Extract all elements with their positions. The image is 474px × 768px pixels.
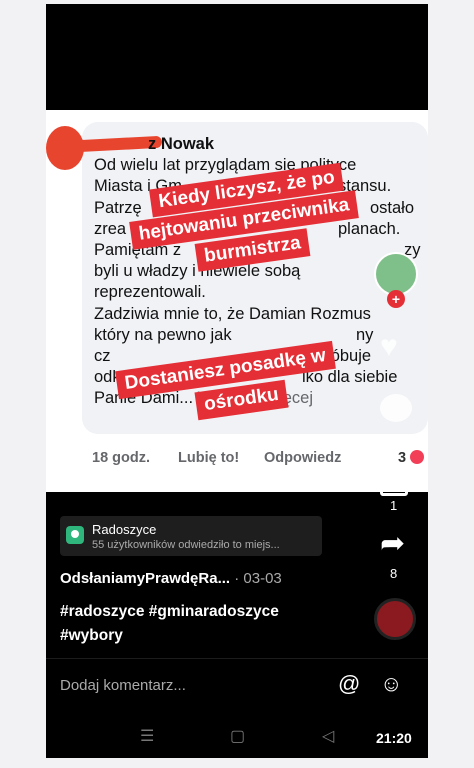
post-author[interactable]: OdsłaniamyPrawdęRa... · 03-03 — [60, 570, 282, 587]
comments-count: 1 — [390, 498, 398, 513]
comment-input-bar[interactable]: Dodaj komentarz... @ ☺ — [46, 658, 428, 709]
location-tag[interactable]: Radoszyce 55 użytkowników odwiedziło to … — [60, 516, 322, 556]
post-date: · 03-03 — [234, 570, 282, 587]
location-name: Radoszyce — [92, 522, 157, 537]
comment-line: Zadziwia mnie to, że Damian Rozmus — [94, 304, 371, 323]
system-nav-bar: ☰ ▢ ◁ — [46, 714, 428, 758]
follow-plus-icon[interactable]: + — [387, 290, 405, 308]
home-nav-icon[interactable]: ▢ — [230, 726, 245, 746]
comment-time: 18 godz. — [92, 450, 151, 466]
comment-screenshot: z Nowak Od wielu lat przyglądam się poli… — [46, 110, 428, 492]
video-player[interactable]: z Nowak Od wielu lat przyglądam się poli… — [46, 4, 428, 758]
comment-line: reprezentowali. — [94, 283, 206, 302]
reply-link[interactable]: Odpowiedz — [264, 450, 341, 466]
like-link[interactable]: Lubię to! — [178, 450, 239, 466]
comment-input[interactable]: Dodaj komentarz... — [60, 677, 186, 694]
menu-nav-icon[interactable]: ☰ — [140, 726, 154, 746]
location-pin-icon — [66, 526, 84, 544]
heart-icon[interactable]: ♥ — [380, 330, 398, 364]
post-hashtags[interactable]: #radoszyce #gminaradoszyce #wybory — [60, 600, 279, 648]
status-time: 21:20 — [376, 730, 412, 746]
location-visitors: 55 użytkowników odwiedziło to miejs... — [92, 539, 280, 551]
comment-author: z Nowak — [148, 135, 215, 153]
bookmark-icon[interactable] — [380, 470, 408, 496]
emoji-icon[interactable]: ☺ — [380, 671, 402, 697]
reaction-count: 3 — [398, 450, 407, 466]
comment-icon[interactable] — [380, 394, 412, 422]
share-icon[interactable]: ➦ — [380, 526, 405, 561]
back-nav-icon[interactable]: ◁ — [322, 726, 334, 746]
music-disc-icon[interactable] — [374, 598, 416, 640]
comment-line: który na pewno jak ny — [94, 325, 374, 344]
share-count: 8 — [390, 566, 398, 581]
mention-icon[interactable]: @ — [338, 671, 360, 697]
heart-reaction-icon — [410, 450, 424, 464]
